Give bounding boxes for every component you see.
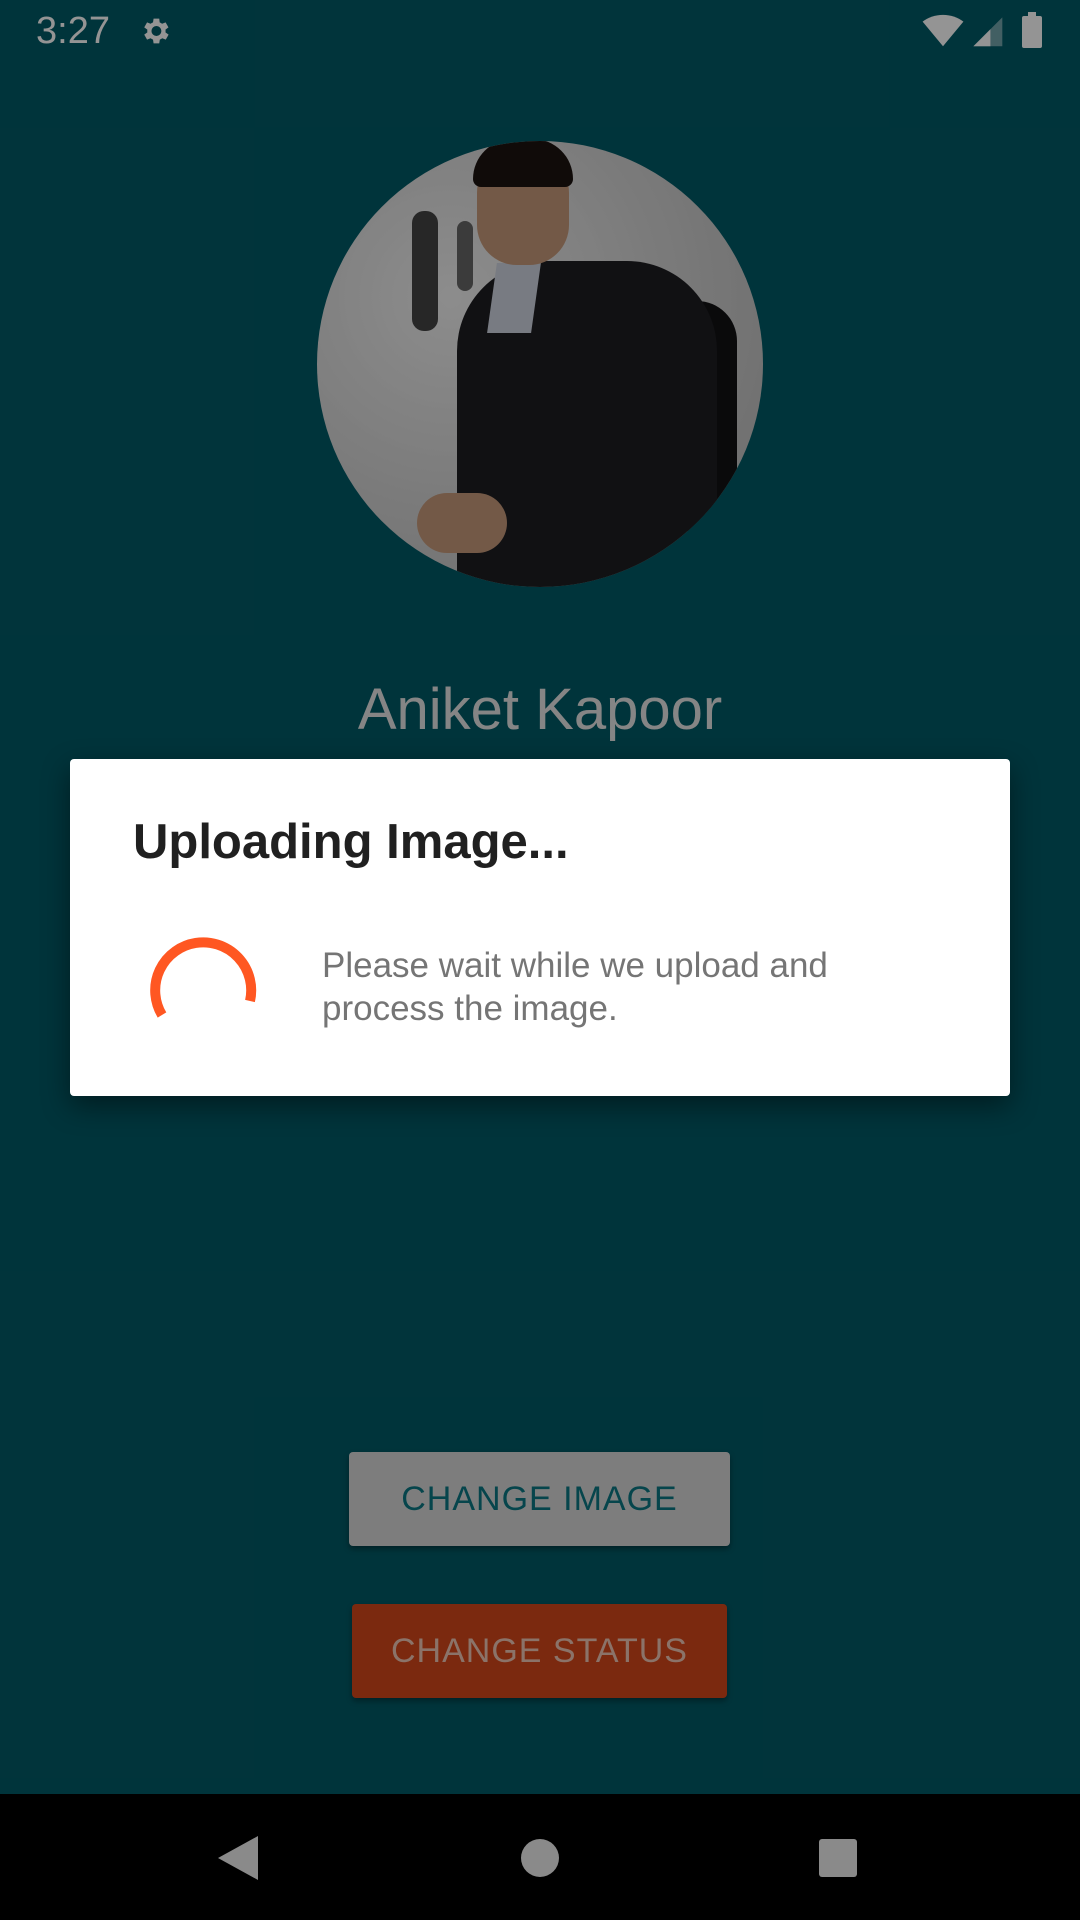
upload-progress-dialog: Uploading Image... Please wait while we … bbox=[70, 759, 1010, 1096]
navigation-bar bbox=[0, 1794, 1080, 1920]
home-icon[interactable] bbox=[520, 1838, 560, 1878]
dialog-message: Please wait while we upload and process … bbox=[322, 946, 828, 1028]
dialog-title: Uploading Image... bbox=[133, 815, 569, 869]
back-icon[interactable] bbox=[216, 1834, 260, 1882]
loading-spinner-icon bbox=[150, 937, 257, 1018]
recents-icon[interactable] bbox=[818, 1838, 858, 1878]
